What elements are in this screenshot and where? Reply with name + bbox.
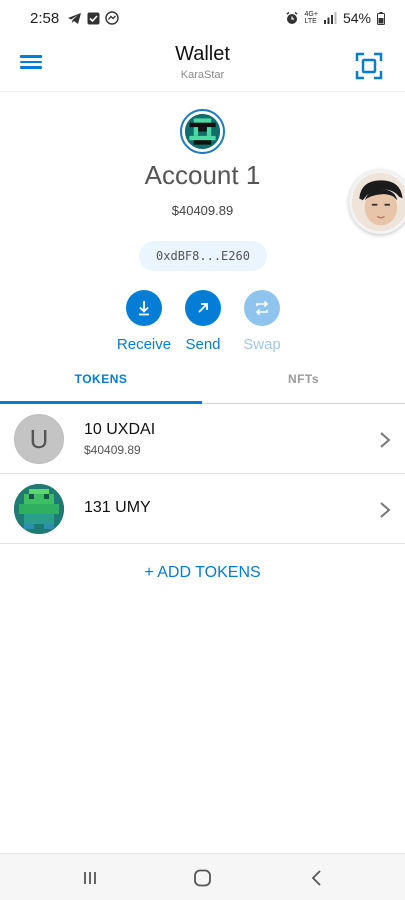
page-title: Wallet: [175, 43, 230, 65]
signal-icon: [323, 12, 337, 24]
send-circle: [185, 290, 221, 326]
battery-icon: [377, 11, 385, 25]
send-label: Send: [185, 336, 221, 353]
pixel-creature-icon: [14, 484, 64, 534]
add-tokens-button[interactable]: + ADD TOKENS: [0, 564, 405, 582]
telegram-icon: [68, 12, 82, 24]
back-icon[interactable]: [307, 867, 327, 889]
swap-button[interactable]: Swap: [230, 290, 294, 353]
umy-token-icon: [14, 484, 64, 534]
status-time: 2:58: [30, 9, 60, 27]
account-balance: $40409.89: [171, 203, 234, 218]
qr-scan-button[interactable]: [353, 50, 385, 82]
token-fiat-value: $40409.89: [84, 443, 141, 457]
recent-apps-icon[interactable]: [80, 867, 100, 889]
network-type-top: 4G+: [304, 11, 318, 18]
battery-percent: 54%: [342, 10, 371, 26]
network-name[interactable]: KaraStar: [0, 69, 405, 81]
account-address-pill[interactable]: 0xdBF8...E260: [139, 241, 267, 271]
chevron-right-icon: [380, 432, 391, 448]
person-avatar-icon: [352, 173, 405, 231]
arrow-up-right-icon: [198, 303, 208, 313]
token-icon-letter: U: [29, 423, 49, 454]
identicon-image: [185, 114, 220, 149]
status-notification-icons: [67, 11, 119, 25]
swap-icon: [255, 300, 269, 316]
check-square-icon: [87, 12, 100, 24]
tab-nfts[interactable]: NFTs: [202, 362, 405, 404]
account-name[interactable]: Account 1: [0, 160, 405, 191]
network-type-bottom: LTE: [304, 18, 317, 25]
swap-label: Swap: [243, 336, 281, 353]
messenger-icon: [105, 11, 119, 25]
swap-circle: [244, 290, 280, 326]
account-identicon[interactable]: [180, 109, 225, 154]
chevron-right-icon: [380, 502, 391, 518]
arrow-down-icon: [139, 301, 149, 316]
qr-scan-icon: [355, 52, 383, 80]
token-amount: 131 UMY: [84, 499, 151, 516]
asset-tabs: TOKENS NFTs: [0, 362, 405, 404]
token-row-uxdai[interactable]: U 10 UXDAI $40409.89: [0, 404, 405, 474]
identicon-pattern-icon: [185, 114, 220, 149]
wallet-header: Wallet KaraStar: [0, 36, 405, 92]
receive-button[interactable]: Receive: [112, 290, 176, 353]
receive-circle: [126, 290, 162, 326]
status-bar: 2:58 4G+ LTE 54%: [0, 0, 405, 36]
floating-avatar[interactable]: [349, 170, 405, 234]
token-letter-icon: U: [14, 414, 64, 464]
status-system-icons: 4G+ LTE 54%: [285, 10, 385, 26]
network-type: 4G+ LTE: [305, 11, 318, 25]
alarm-icon: [286, 11, 297, 24]
tab-tokens[interactable]: TOKENS: [0, 362, 202, 404]
token-row-umy[interactable]: 131 UMY: [0, 474, 405, 544]
send-button[interactable]: Send: [171, 290, 235, 353]
system-nav-bar: [0, 853, 405, 900]
receive-label: Receive: [116, 336, 172, 353]
home-icon[interactable]: [192, 867, 214, 889]
token-amount: 10 UXDAI: [84, 421, 156, 438]
